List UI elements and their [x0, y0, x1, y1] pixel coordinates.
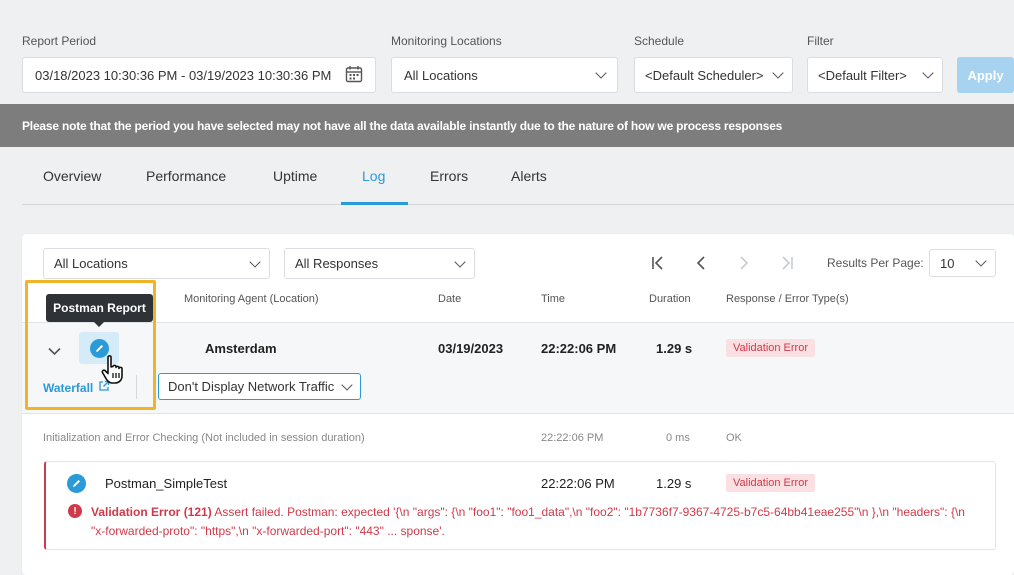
chevron-down-icon: [595, 67, 607, 79]
pencil-icon: [67, 474, 86, 493]
prev-page-icon[interactable]: [695, 256, 707, 275]
column-header-response[interactable]: Response / Error Type(s): [726, 293, 849, 305]
hand-cursor-icon: [100, 354, 128, 391]
step-name: Postman_SimpleTest: [105, 476, 228, 491]
last-page-icon[interactable]: [780, 256, 794, 275]
chevron-down-icon: [454, 255, 466, 268]
init-row-duration: 0 ms: [666, 432, 690, 444]
chevron-down-icon: [249, 255, 261, 268]
log-row-band: [22, 322, 1014, 414]
network-traffic-select[interactable]: Don't Display Network Traffic: [158, 373, 361, 400]
schedule-value: <Default Scheduler>: [645, 67, 764, 83]
next-page-icon[interactable]: [738, 256, 750, 275]
error-detail: Assert failed. Postman: expected '{\n "a…: [91, 505, 965, 538]
calendar-icon[interactable]: [345, 65, 363, 86]
results-per-page-value: 10: [940, 255, 955, 271]
notice-banner: Please note that the period you have sel…: [0, 104, 1014, 147]
row-status-badge: Validation Error: [726, 339, 815, 357]
first-page-icon[interactable]: [651, 256, 665, 275]
column-header-time[interactable]: Time: [541, 293, 565, 305]
log-location-value: All Locations: [54, 256, 128, 271]
tab-alerts[interactable]: Alerts: [511, 168, 547, 184]
chevron-down-icon: [341, 378, 353, 391]
filter-label: Filter: [807, 34, 834, 48]
column-header-date[interactable]: Date: [438, 293, 461, 305]
init-row-time: 22:22:06 PM: [541, 432, 604, 444]
step-duration: 1.29 s: [656, 476, 692, 491]
apply-button[interactable]: Apply: [957, 57, 1014, 93]
postman-report-tooltip: Postman Report: [46, 294, 153, 327]
network-traffic-value: Don't Display Network Traffic: [168, 379, 335, 394]
column-header-agent[interactable]: Monitoring Agent (Location): [184, 293, 319, 305]
monitoring-locations-value: All Locations: [404, 67, 478, 83]
report-period-label: Report Period: [22, 34, 97, 48]
monitoring-locations-label: Monitoring Locations: [391, 34, 502, 48]
row-duration: 1.29 s: [656, 341, 693, 356]
report-period-field[interactable]: 03/18/2023 10:30:36 PM - 03/19/2023 10:3…: [22, 57, 376, 93]
filter-select[interactable]: <Default Filter>: [807, 57, 943, 93]
tab-overview[interactable]: Overview: [43, 168, 101, 184]
tab-log[interactable]: Log: [362, 168, 385, 184]
tab-errors[interactable]: Errors: [430, 168, 468, 184]
chevron-down-icon: [975, 255, 987, 267]
schedule-label: Schedule: [634, 34, 685, 48]
chevron-down-icon: [922, 67, 934, 79]
row-time: 22:22:06 PM: [541, 341, 617, 356]
log-response-select[interactable]: All Responses: [284, 248, 475, 279]
column-header-duration[interactable]: Duration: [649, 293, 691, 305]
row-agent: Amsterdam: [205, 341, 277, 356]
log-response-value: All Responses: [295, 256, 379, 271]
tab-performance[interactable]: Performance: [146, 168, 226, 184]
schedule-select[interactable]: <Default Scheduler>: [634, 57, 793, 93]
init-row-status: OK: [726, 432, 742, 444]
log-location-select[interactable]: All Locations: [43, 248, 270, 279]
step-time: 22:22:06 PM: [541, 476, 615, 491]
report-period-value: 03/18/2023 10:30:36 PM - 03/19/2023 10:3…: [35, 67, 332, 83]
monitoring-locations-select[interactable]: All Locations: [391, 57, 618, 93]
results-per-page-select[interactable]: 10: [929, 249, 996, 277]
filter-value: <Default Filter>: [818, 67, 907, 83]
step-error-message: Validation Error (121) Assert failed. Po…: [91, 503, 971, 541]
init-row-label: Initialization and Error Checking (Not i…: [43, 432, 365, 444]
error-title: Validation Error (121): [91, 505, 212, 519]
error-icon: !: [68, 504, 82, 518]
tabs-divider: [22, 204, 1014, 205]
step-status-badge: Validation Error: [726, 474, 815, 492]
active-tab-indicator: [341, 202, 408, 205]
step-pencil-icon: [67, 474, 86, 493]
chevron-down-icon: [772, 67, 784, 79]
tab-uptime[interactable]: Uptime: [273, 168, 317, 184]
row-date: 03/19/2023: [438, 341, 504, 356]
results-per-page-label: Results Per Page:: [827, 256, 924, 270]
